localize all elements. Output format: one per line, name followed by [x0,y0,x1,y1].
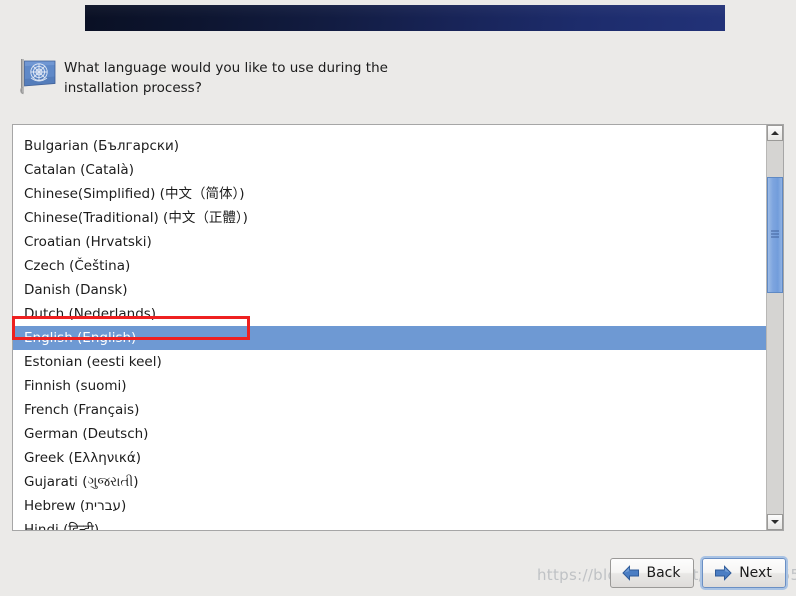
list-item[interactable]: Bulgarian (Български) [13,134,766,158]
list-item[interactable]: Dutch (Nederlands) [13,302,766,326]
scrollbar-down-button[interactable] [767,514,783,530]
arrow-right-icon [713,565,733,581]
list-item[interactable]: Croatian (Hrvatski) [13,230,766,254]
list-item[interactable]: Gujarati (ગુજરાતી) [13,470,766,494]
list-item[interactable]: Estonian (eesti keel) [13,350,766,374]
scrollbar-up-button[interactable] [767,125,783,141]
installer-header-banner [85,5,725,31]
next-button-label: Next [739,565,772,581]
back-button-label: Back [646,565,681,581]
list-item[interactable]: German (Deutsch) [13,422,766,446]
list-item[interactable]: French (Français) [13,398,766,422]
list-item[interactable]: Finnish (suomi) [13,374,766,398]
chevron-up-icon [771,131,779,135]
list-item[interactable]: Czech (Čeština) [13,254,766,278]
list-item[interactable]: Greek (Ελληνικά) [13,446,766,470]
list-item[interactable]: Catalan (Català) [13,158,766,182]
list-item[interactable]: English (English) [13,326,766,350]
navigation-button-bar: Back Next [610,558,786,588]
back-button[interactable]: Back [610,558,694,588]
list-item[interactable]: Danish (Dansk) [13,278,766,302]
list-item[interactable]: Chinese(Traditional) (中文（正體）) [13,206,766,230]
chevron-down-icon [771,520,779,524]
list-item[interactable]: Hebrew (עברית) [13,494,766,518]
list-item[interactable]: Hindi (हिन्दी) [13,518,766,530]
grip-lines-icon [771,230,779,240]
next-button[interactable]: Next [702,558,786,588]
vertical-scrollbar[interactable] [766,125,783,530]
un-flag-icon [16,56,60,100]
language-list-items: Bulgarian (Български) Catalan (Català) Chi… [13,125,766,530]
prompt-text: What language would you like to use duri… [64,60,388,96]
scrollbar-track[interactable] [767,141,783,514]
language-listbox[interactable]: Bulgarian (Български) Catalan (Català) Chi… [12,124,784,531]
scrollbar-thumb[interactable] [767,177,783,293]
list-item[interactable]: Chinese(Simplified) (中文（简体）) [13,182,766,206]
language-list-scroll-area[interactable]: Bulgarian (Български) Catalan (Català) Chi… [13,125,766,530]
prompt-row: What language would you like to use duri… [16,52,716,100]
arrow-left-icon [621,565,641,581]
